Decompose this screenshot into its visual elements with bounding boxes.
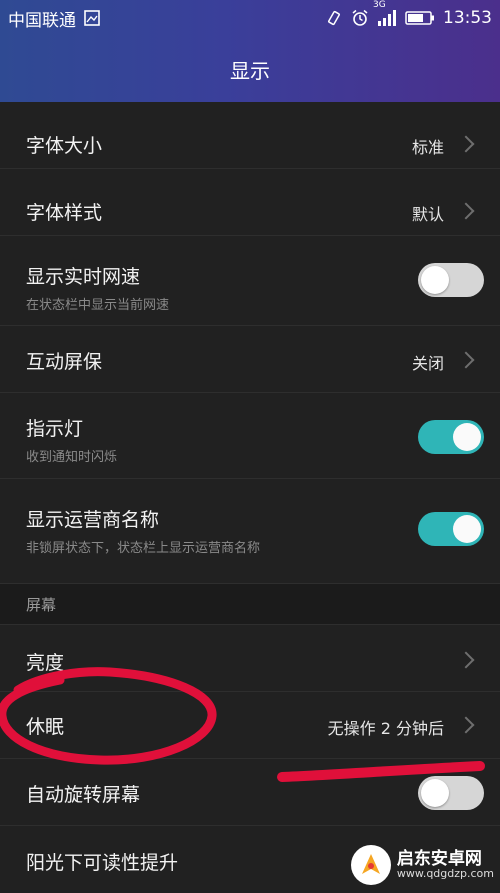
setting-interactive-screensaver[interactable]: 互动屏保 关闭 [0, 326, 500, 393]
setting-label: 字体大小 [26, 135, 103, 157]
carrier-name: 中国联通 [8, 10, 76, 31]
section-header-screen: 屏幕 [0, 584, 500, 625]
setting-label: 阳光下可读性提升 [26, 852, 179, 874]
setting-auto-rotate[interactable]: 自动旋转屏幕 [0, 759, 500, 826]
chevron-right-icon [457, 716, 475, 734]
setting-value: 默认 [411, 205, 444, 224]
carrier-name-toggle[interactable] [418, 512, 484, 546]
toggle-knob [421, 266, 449, 294]
setting-label: 显示运营商名称 [26, 509, 160, 531]
network-type: 3G [373, 0, 386, 10]
setting-description: 非锁屏状态下，状态栏上显示运营商名称 [26, 541, 261, 556]
chevron-right-icon [457, 135, 475, 153]
chevron-right-icon [457, 202, 475, 220]
settings-list: 字体大小 标准 字体样式 默认 显示实时网速 在状态栏中显示当前网速 互动屏保 … [0, 102, 500, 893]
section-title: 屏幕 [26, 596, 57, 614]
status-bar: 中国联通 3G 13:53 [0, 0, 500, 36]
chevron-right-icon [457, 651, 475, 669]
setting-description: 收到通知时闪烁 [26, 450, 118, 465]
battery-icon [405, 10, 435, 26]
setting-value: 无操作 2 分钟后 [327, 719, 444, 738]
setting-font-style[interactable]: 字体样式 默认 [0, 169, 500, 236]
network-speed-toggle[interactable] [418, 263, 484, 297]
setting-font-size[interactable]: 字体大小 标准 [0, 102, 500, 169]
setting-label: 指示灯 [26, 418, 84, 440]
image-notification-icon [84, 10, 100, 26]
watermark-logo-icon [350, 845, 391, 885]
site-watermark: 启东安卓网 www.qdgdzp.com [350, 845, 494, 885]
clock: 13:53 [443, 8, 492, 28]
setting-label: 互动屏保 [26, 351, 103, 373]
setting-description: 在状态栏中显示当前网速 [26, 298, 170, 313]
setting-indicator-light[interactable]: 指示灯 收到通知时闪烁 [0, 393, 500, 479]
setting-label: 亮度 [26, 652, 65, 674]
indicator-light-toggle[interactable] [418, 420, 484, 454]
setting-label: 字体样式 [26, 202, 103, 224]
setting-brightness[interactable]: 亮度 [0, 625, 500, 692]
toggle-knob [453, 423, 481, 451]
watermark-url: www.qdgdzp.com [396, 867, 494, 881]
setting-value: 标准 [411, 138, 444, 157]
signal-icon: 3G [373, 0, 397, 27]
setting-label: 显示实时网速 [26, 266, 141, 288]
app-header: 中国联通 3G 13:53 显示 [0, 0, 500, 102]
setting-value: 关闭 [411, 354, 444, 373]
auto-rotate-toggle[interactable] [418, 776, 484, 810]
setting-label: 自动旋转屏幕 [26, 784, 141, 806]
alarm-icon [351, 9, 369, 27]
setting-sleep[interactable]: 休眠 无操作 2 分钟后 [0, 692, 500, 759]
setting-network-speed[interactable]: 显示实时网速 在状态栏中显示当前网速 [0, 236, 500, 326]
setting-label: 休眠 [26, 716, 65, 738]
page-title: 显示 [230, 59, 270, 83]
toggle-knob [421, 779, 449, 807]
setting-carrier-name[interactable]: 显示运营商名称 非锁屏状态下，状态栏上显示运营商名称 [0, 479, 500, 584]
chevron-right-icon [457, 351, 475, 369]
vibrate-icon [325, 9, 343, 27]
toggle-knob [453, 515, 481, 543]
watermark-name: 启东安卓网 [396, 848, 482, 869]
